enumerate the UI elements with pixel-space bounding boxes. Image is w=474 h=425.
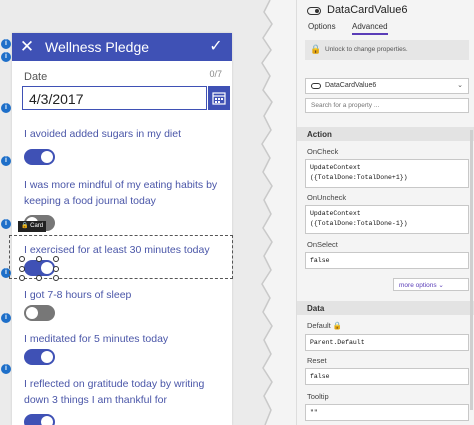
calendar-icon[interactable] [208,86,230,110]
card-tag-label: Card [30,223,44,229]
reset-formula[interactable]: false [305,368,469,385]
date-picker-input[interactable]: 4/3/2017 [22,86,207,110]
resize-handle[interactable] [19,256,25,262]
unlock-text: Unlock to change properties. [325,46,408,53]
control-selector-value: DataCardValue6 [325,82,377,89]
info-icon[interactable]: i [1,103,11,113]
lock-icon: 🔒 [310,44,322,54]
section-data: Data [297,301,474,315]
card-selection-tag: 🔒 Card [18,221,47,232]
pledge-toggle[interactable] [24,149,55,165]
section-action: Action [297,127,474,141]
resize-handle[interactable] [53,275,59,281]
resize-handle[interactable] [53,256,59,262]
onuncheck-label: OnUncheck [307,193,347,202]
more-options-label: more options [399,282,437,289]
screen-header: ✕ Wellness Pledge ✓ [12,33,232,61]
onselect-formula[interactable]: false [305,252,469,269]
toggle-knob [26,307,38,319]
toggle-knob [41,151,53,163]
close-icon[interactable]: ✕ [19,38,35,56]
toggle-knob [41,416,53,425]
property-search-input[interactable] [305,98,469,113]
tab-advanced[interactable]: Advanced [352,22,388,35]
pledge-label: I got 7-8 hours of sleep [24,289,132,301]
date-label: Date [24,71,48,83]
pledge-label: I reflected on gratitude today by writin… [24,378,205,406]
pledge-toggle[interactable] [24,305,55,321]
properties-panel: DataCardValue6 Options Advanced 🔒 Unlock… [296,0,474,425]
toggle-knob [41,262,53,274]
control-title: DataCardValue6 [307,4,408,16]
more-options-button[interactable]: more options ⌄ [393,278,469,291]
default-label: Default 🔒 [307,321,343,330]
info-icon[interactable]: i [1,39,11,49]
torn-edge-divider [236,0,296,425]
pledge-label: I meditated for 5 minutes today [24,333,169,345]
info-icon[interactable]: i [1,219,11,229]
info-icon[interactable]: i [1,268,11,278]
oncheck-formula[interactable]: UpdateContext ({TotalDone:TotalDone+1}) [305,159,469,188]
resize-handle[interactable] [19,266,25,272]
toggle-knob [41,351,53,363]
resize-handle[interactable] [19,275,25,281]
date-counter: 0/7 [209,69,222,79]
resize-handle[interactable] [36,256,42,262]
onselect-label: OnSelect [307,240,338,249]
oncheck-label: OnCheck [307,147,339,156]
info-icon[interactable]: i [1,313,11,323]
date-value: 4/3/2017 [29,91,84,107]
pledge-toggle[interactable] [24,349,55,365]
chevron-down-icon: ⌄ [457,82,463,89]
resize-handle[interactable] [36,275,42,281]
resize-handle[interactable] [53,266,59,272]
control-name: DataCardValue6 [327,4,408,16]
tooltip-formula[interactable]: "" [305,404,469,421]
pledge-label: I was more mindful of my eating habits b… [24,179,218,207]
unlock-bar[interactable]: 🔒 Unlock to change properties. [305,40,469,60]
control-selector[interactable]: DataCardValue6 ⌄ [305,78,469,94]
properties-scrollbar[interactable] [470,130,473,410]
default-formula[interactable]: Parent.Default [305,334,469,351]
info-icon[interactable]: i [1,156,11,166]
toggle-control-icon [311,83,321,89]
tab-options[interactable]: Options [308,22,336,33]
pledge-toggle[interactable] [24,414,55,425]
pledge-label: I avoided added sugars in my diet [24,128,182,140]
tooltip-label: Tooltip [307,392,329,401]
default-label-text: Default [307,321,331,330]
info-icon[interactable]: i [1,52,11,62]
info-icon[interactable]: i [1,364,11,374]
app-canvas: i i i i i i i i ✕ Wellness Pledge ✓ Date… [0,0,262,425]
pledge-toggle-selected[interactable] [24,260,55,276]
onuncheck-formula[interactable]: UpdateContext ({TotalDone:TotalDone-1}) [305,205,469,234]
toggle-control-icon [307,7,321,15]
checkmark-icon[interactable]: ✓ [207,37,225,57]
reset-label: Reset [307,356,327,365]
screen-title: Wellness Pledge [45,39,150,55]
